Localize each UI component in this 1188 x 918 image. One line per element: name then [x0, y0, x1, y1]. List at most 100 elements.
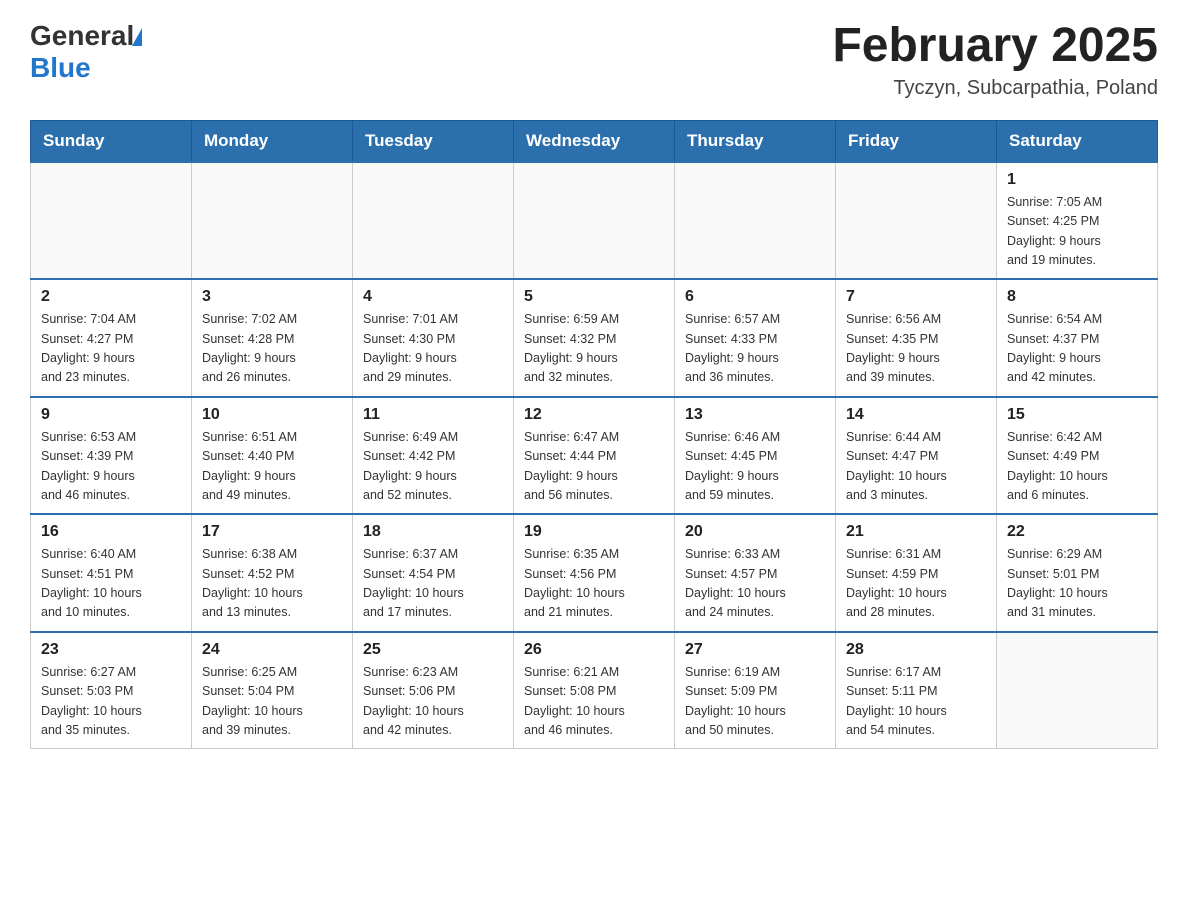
weekday-header-friday: Friday [836, 120, 997, 162]
calendar-cell: 15 Sunrise: 6:42 AMSunset: 4:49 PMDayligh… [997, 397, 1158, 515]
calendar-cell: 22 Sunrise: 6:29 AMSunset: 5:01 PMDayligh… [997, 514, 1158, 632]
calendar-table: SundayMondayTuesdayWednesdayThursdayFrid… [30, 120, 1158, 750]
weekday-header-thursday: Thursday [675, 120, 836, 162]
calendar-cell [353, 162, 514, 280]
day-info: Sunrise: 6:35 AMSunset: 4:56 PMDaylight:… [524, 547, 625, 619]
logo-triangle-icon [132, 28, 142, 46]
calendar-cell [514, 162, 675, 280]
day-number: 15 [1007, 406, 1147, 424]
day-number: 13 [685, 406, 825, 424]
title-area: February 2025 Tyczyn, Subcarpathia, Pola… [832, 20, 1158, 100]
calendar-cell [675, 162, 836, 280]
day-number: 19 [524, 523, 664, 541]
day-number: 16 [41, 523, 181, 541]
calendar-cell: 10 Sunrise: 6:51 AMSunset: 4:40 PMDayligh… [192, 397, 353, 515]
calendar-cell: 12 Sunrise: 6:47 AMSunset: 4:44 PMDayligh… [514, 397, 675, 515]
calendar-cell: 24 Sunrise: 6:25 AMSunset: 5:04 PMDayligh… [192, 632, 353, 749]
calendar-cell: 6Sunrise: 6:57 AMSunset: 4:33 PMDaylight… [675, 279, 836, 397]
day-info: Sunrise: 6:44 AMSunset: 4:47 PMDaylight:… [846, 430, 947, 502]
day-number: 18 [363, 523, 503, 541]
day-number: 22 [1007, 523, 1147, 541]
day-info: Sunrise: 6:47 AMSunset: 4:44 PMDaylight:… [524, 430, 619, 502]
day-info: Sunrise: 6:38 AMSunset: 4:52 PMDaylight:… [202, 547, 303, 619]
day-info: Sunrise: 6:57 AMSunset: 4:33 PMDaylight:… [685, 312, 780, 384]
day-info: Sunrise: 6:53 AMSunset: 4:39 PMDaylight:… [41, 430, 136, 502]
day-info: Sunrise: 6:51 AMSunset: 4:40 PMDaylight:… [202, 430, 297, 502]
day-number: 9 [41, 406, 181, 424]
day-number: 28 [846, 641, 986, 659]
day-info: Sunrise: 6:25 AMSunset: 5:04 PMDaylight:… [202, 665, 303, 737]
day-info: Sunrise: 6:42 AMSunset: 4:49 PMDaylight:… [1007, 430, 1108, 502]
calendar-cell: 14 Sunrise: 6:44 AMSunset: 4:47 PMDayligh… [836, 397, 997, 515]
day-number: 8 [1007, 288, 1147, 306]
day-info: Sunrise: 7:04 AMSunset: 4:27 PMDaylight:… [41, 312, 136, 384]
logo: General Blue [30, 20, 142, 84]
day-info: Sunrise: 6:29 AMSunset: 5:01 PMDaylight:… [1007, 547, 1108, 619]
day-info: Sunrise: 6:27 AMSunset: 5:03 PMDaylight:… [41, 665, 142, 737]
day-number: 4 [363, 288, 503, 306]
day-number: 10 [202, 406, 342, 424]
day-number: 1 [1007, 171, 1147, 189]
day-info: Sunrise: 7:05 AMSunset: 4:25 PMDaylight:… [1007, 195, 1102, 267]
day-info: Sunrise: 6:37 AMSunset: 4:54 PMDaylight:… [363, 547, 464, 619]
calendar-cell [997, 632, 1158, 749]
weekday-header-sunday: Sunday [31, 120, 192, 162]
calendar-cell [836, 162, 997, 280]
calendar-cell: 16 Sunrise: 6:40 AMSunset: 4:51 PMDayligh… [31, 514, 192, 632]
calendar-cell: 7 Sunrise: 6:56 AMSunset: 4:35 PMDaylight… [836, 279, 997, 397]
logo-blue-text: Blue [30, 52, 142, 84]
calendar-cell: 20Sunrise: 6:33 AMSunset: 4:57 PMDayligh… [675, 514, 836, 632]
day-info: Sunrise: 7:01 AMSunset: 4:30 PMDaylight:… [363, 312, 458, 384]
calendar-cell: 27 Sunrise: 6:19 AMSunset: 5:09 PMDayligh… [675, 632, 836, 749]
calendar-cell: 8 Sunrise: 6:54 AMSunset: 4:37 PMDaylight… [997, 279, 1158, 397]
day-info: Sunrise: 6:21 AMSunset: 5:08 PMDaylight:… [524, 665, 625, 737]
calendar-cell: 19 Sunrise: 6:35 AMSunset: 4:56 PMDayligh… [514, 514, 675, 632]
page-header: General Blue February 2025 Tyczyn, Subca… [30, 20, 1158, 100]
calendar-title: February 2025 [832, 20, 1158, 73]
day-number: 25 [363, 641, 503, 659]
day-info: Sunrise: 6:19 AMSunset: 5:09 PMDaylight:… [685, 665, 786, 737]
day-number: 2 [41, 288, 181, 306]
calendar-cell: 4 Sunrise: 7:01 AMSunset: 4:30 PMDaylight… [353, 279, 514, 397]
weekday-header-monday: Monday [192, 120, 353, 162]
day-info: Sunrise: 6:59 AMSunset: 4:32 PMDaylight:… [524, 312, 619, 384]
day-info: Sunrise: 6:56 AMSunset: 4:35 PMDaylight:… [846, 312, 941, 384]
calendar-cell: 25 Sunrise: 6:23 AMSunset: 5:06 PMDayligh… [353, 632, 514, 749]
day-number: 27 [685, 641, 825, 659]
calendar-cell: 11Sunrise: 6:49 AMSunset: 4:42 PMDayligh… [353, 397, 514, 515]
calendar-week-row: 16 Sunrise: 6:40 AMSunset: 4:51 PMDayligh… [31, 514, 1158, 632]
day-number: 26 [524, 641, 664, 659]
day-number: 12 [524, 406, 664, 424]
calendar-cell: 26 Sunrise: 6:21 AMSunset: 5:08 PMDayligh… [514, 632, 675, 749]
day-info: Sunrise: 6:23 AMSunset: 5:06 PMDaylight:… [363, 665, 464, 737]
day-number: 7 [846, 288, 986, 306]
calendar-cell: 5Sunrise: 6:59 AMSunset: 4:32 PMDaylight… [514, 279, 675, 397]
weekday-header-wednesday: Wednesday [514, 120, 675, 162]
calendar-cell: 21Sunrise: 6:31 AMSunset: 4:59 PMDayligh… [836, 514, 997, 632]
calendar-cell: 23 Sunrise: 6:27 AMSunset: 5:03 PMDayligh… [31, 632, 192, 749]
day-info: Sunrise: 6:40 AMSunset: 4:51 PMDaylight:… [41, 547, 142, 619]
calendar-cell [192, 162, 353, 280]
weekday-header-tuesday: Tuesday [353, 120, 514, 162]
day-info: Sunrise: 7:02 AMSunset: 4:28 PMDaylight:… [202, 312, 297, 384]
calendar-week-row: 9 Sunrise: 6:53 AMSunset: 4:39 PMDaylight… [31, 397, 1158, 515]
calendar-cell: 1 Sunrise: 7:05 AMSunset: 4:25 PMDaylight… [997, 162, 1158, 280]
calendar-cell: 13Sunrise: 6:46 AMSunset: 4:45 PMDayligh… [675, 397, 836, 515]
calendar-cell [31, 162, 192, 280]
day-number: 14 [846, 406, 986, 424]
day-info: Sunrise: 6:31 AMSunset: 4:59 PMDaylight:… [846, 547, 947, 619]
day-number: 23 [41, 641, 181, 659]
logo-general-text: General [30, 20, 134, 52]
day-number: 20 [685, 523, 825, 541]
calendar-subtitle: Tyczyn, Subcarpathia, Poland [832, 77, 1158, 100]
day-info: Sunrise: 6:54 AMSunset: 4:37 PMDaylight:… [1007, 312, 1102, 384]
day-info: Sunrise: 6:17 AMSunset: 5:11 PMDaylight:… [846, 665, 947, 737]
day-info: Sunrise: 6:49 AMSunset: 4:42 PMDaylight:… [363, 430, 458, 502]
calendar-cell: 17 Sunrise: 6:38 AMSunset: 4:52 PMDayligh… [192, 514, 353, 632]
calendar-cell: 9 Sunrise: 6:53 AMSunset: 4:39 PMDaylight… [31, 397, 192, 515]
day-number: 24 [202, 641, 342, 659]
calendar-week-row: 1 Sunrise: 7:05 AMSunset: 4:25 PMDaylight… [31, 162, 1158, 280]
calendar-cell: 2 Sunrise: 7:04 AMSunset: 4:27 PMDaylight… [31, 279, 192, 397]
calendar-cell: 18 Sunrise: 6:37 AMSunset: 4:54 PMDayligh… [353, 514, 514, 632]
day-number: 17 [202, 523, 342, 541]
